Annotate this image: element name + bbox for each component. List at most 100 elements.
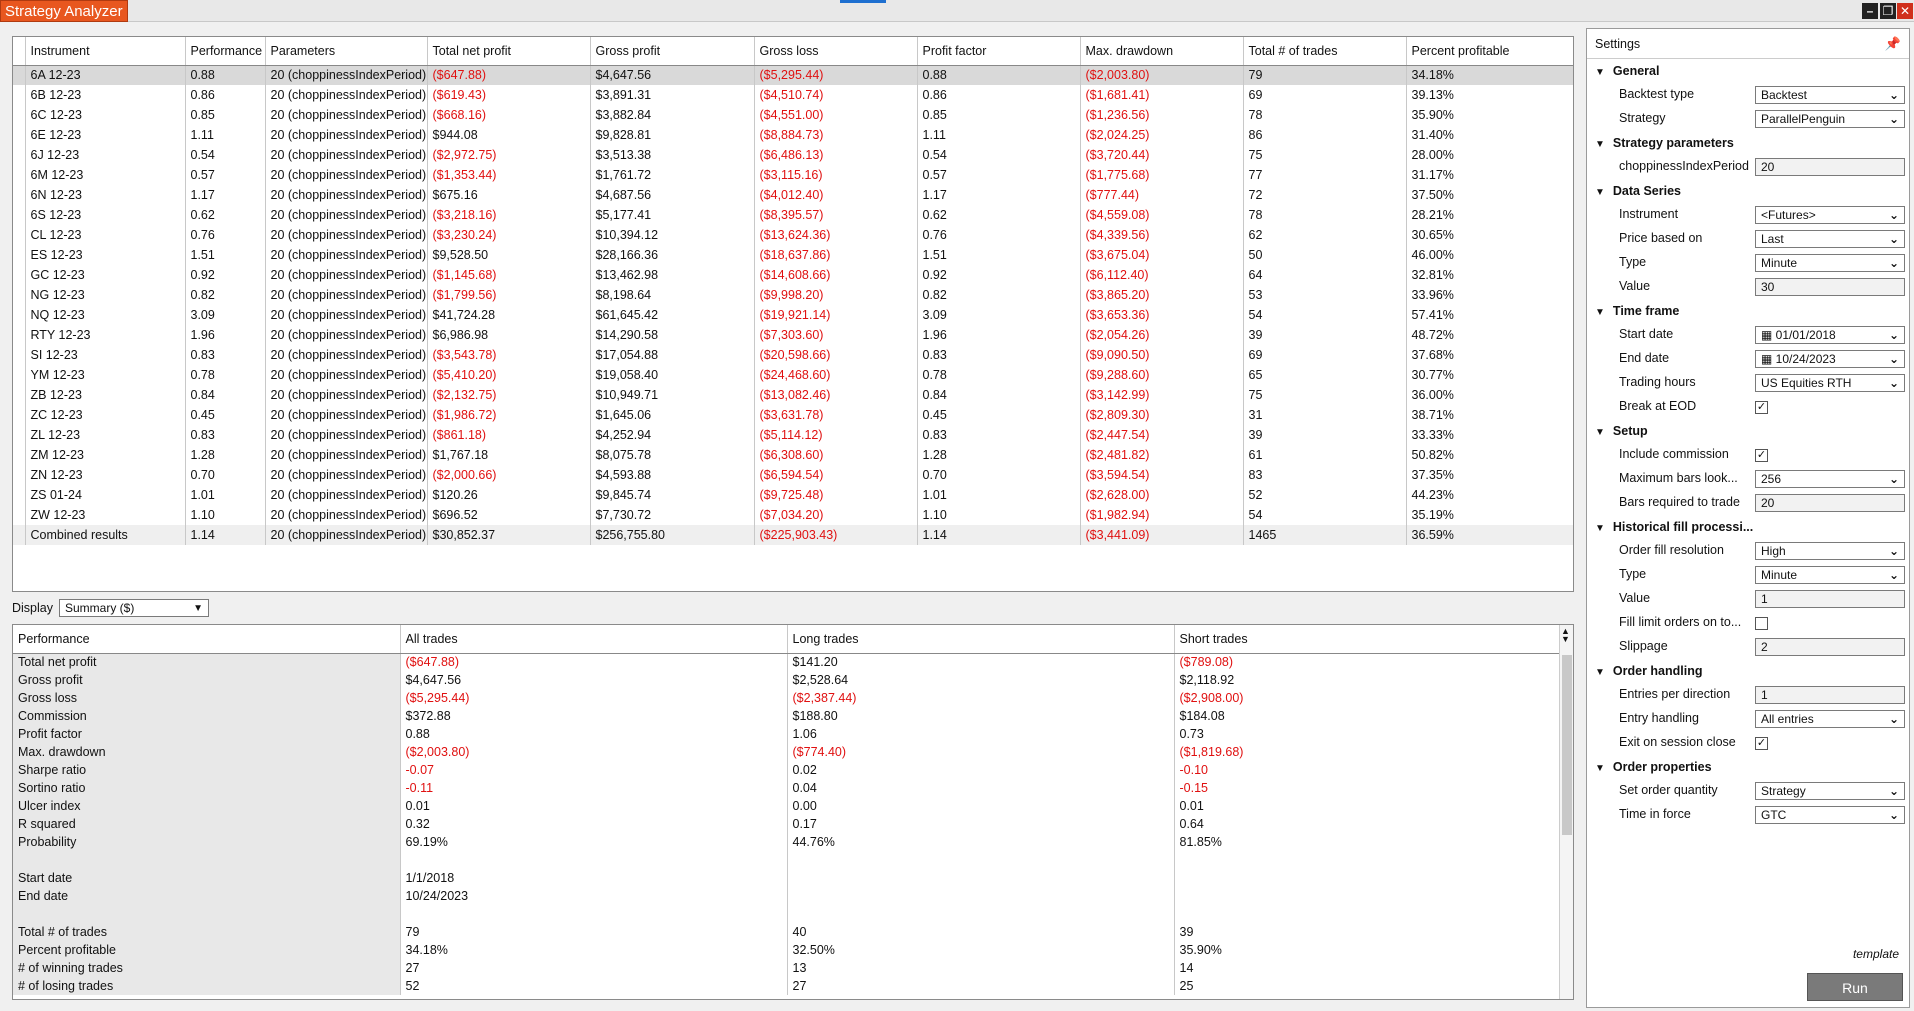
checkbox[interactable] [1755,617,1768,630]
setting-dropdown[interactable]: Minute ⌄ [1755,566,1905,584]
setting-dropdown[interactable]: 256 ⌄ [1755,470,1905,488]
chevron-down-icon[interactable]: ⌄ [1889,111,1899,127]
setting-input[interactable]: 20 [1755,158,1905,176]
restore-icon[interactable]: ❐ [1880,3,1896,19]
collapse-chevron-icon[interactable]: ▼ [1595,181,1605,205]
run-button[interactable]: Run [1807,973,1903,1001]
setting-input[interactable]: 20 [1755,494,1905,512]
table-row[interactable]: 6M 12-23 0.57 20 (choppinessIndexPeriod) ($… [13,165,1573,185]
column-header-max-drawdown[interactable]: Max. drawdown [1080,37,1244,66]
table-row[interactable]: 6B 12-23 0.86 20 (choppinessIndexPeriod) ($… [13,85,1573,105]
table-row[interactable]: ES 12-23 1.51 20 (choppinessIndexPeriod) $9… [13,245,1573,265]
setting-dropdown[interactable]: US Equities RTH ⌄ [1755,374,1905,392]
checkbox[interactable]: ✓ [1755,449,1768,462]
setting-input[interactable]: 2 [1755,638,1905,656]
table-row[interactable]: ZC 12-23 0.45 20 (choppinessIndexPeriod) ($… [13,405,1573,425]
column-header-gross-profit[interactable]: Gross profit [590,37,755,66]
checkbox[interactable]: ✓ [1755,737,1768,750]
table-row[interactable]: SI 12-23 0.83 20 (choppinessIndexPeriod) ($… [13,345,1573,365]
settings-group-time-frame[interactable]: ▼ Time frame [1587,299,1909,323]
table-row[interactable]: ZW 12-23 1.10 20 (choppinessIndexPeriod) $6… [13,505,1573,525]
chevron-down-icon[interactable]: ⌄ [1889,711,1899,727]
chevron-down-icon[interactable]: ⌄ [1889,783,1899,799]
setting-input[interactable]: 1 [1755,590,1905,608]
calendar-icon[interactable]: ▦ [1761,328,1776,342]
chevron-down-icon[interactable]: ⌄ [1889,327,1899,343]
date-picker[interactable]: ▦ 10/24/2023 ⌄ [1755,350,1905,368]
table-row[interactable]: ZB 12-23 0.84 20 (choppinessIndexPeriod) ($… [13,385,1573,405]
table-row[interactable]: NG 12-23 0.82 20 (choppinessIndexPeriod) ($… [13,285,1573,305]
chevron-down-icon[interactable]: ⌄ [1889,87,1899,103]
chevron-down-icon[interactable]: ⌄ [1889,375,1899,391]
column-header-percent-profitable[interactable]: Percent profitable [1406,37,1573,66]
collapse-chevron-icon[interactable]: ▼ [1595,421,1605,445]
column-header-profit-factor[interactable]: Profit factor [917,37,1081,66]
table-row[interactable]: 6C 12-23 0.85 20 (choppinessIndexPeriod) ($… [13,105,1573,125]
setting-dropdown[interactable]: Strategy ⌄ [1755,782,1905,800]
table-row[interactable]: CL 12-23 0.76 20 (choppinessIndexPeriod) ($… [13,225,1573,245]
minimize-icon[interactable]: – [1862,3,1878,19]
scroll-up-icon[interactable]: ▲ ▼ [1561,627,1570,644]
table-row[interactable]: 6J 12-23 0.54 20 (choppinessIndexPeriod) ($… [13,145,1573,165]
close-icon[interactable]: ✕ [1897,3,1913,19]
setting-input[interactable]: 30 [1755,278,1905,296]
settings-group-order-handling[interactable]: ▼ Order handling [1587,659,1909,683]
chevron-down-icon[interactable]: ⌄ [1889,543,1899,559]
pin-icon[interactable]: 📌 [1885,29,1901,59]
column-header-performance[interactable]: Performance [185,37,266,66]
column-header-total-of-trades[interactable]: Total # of trades [1243,37,1407,66]
column-header-gross-loss[interactable]: Gross loss [754,37,918,66]
table-row[interactable]: ZM 12-23 1.28 20 (choppinessIndexPeriod) $1… [13,445,1573,465]
setting-dropdown[interactable]: <Futures> ⌄ [1755,206,1905,224]
column-header-instrument[interactable]: Instrument [25,37,186,66]
calendar-icon[interactable]: ▦ [1761,352,1776,366]
settings-group-data-series[interactable]: ▼ Data Series [1587,179,1909,203]
chevron-down-icon[interactable]: ⌄ [1889,567,1899,583]
setting-dropdown[interactable]: High ⌄ [1755,542,1905,560]
chevron-down-icon[interactable]: ⌄ [1889,471,1899,487]
table-row[interactable]: 6A 12-23 0.88 20 (choppinessIndexPeriod) ($… [13,65,1573,85]
setting-dropdown[interactable]: GTC ⌄ [1755,806,1905,824]
table-row[interactable]: 6S 12-23 0.62 20 (choppinessIndexPeriod) ($… [13,205,1573,225]
chevron-down-icon[interactable]: ⌄ [1889,807,1899,823]
settings-group-setup[interactable]: ▼ Setup [1587,419,1909,443]
settings-group-historical-fill-processi[interactable]: ▼ Historical fill processi... [1587,515,1909,539]
display-dropdown[interactable]: Summary ($) ▼ [59,599,209,617]
collapse-chevron-icon[interactable]: ▼ [1595,133,1605,157]
summary-scrollbar[interactable]: ▲ ▼ [1559,625,1573,999]
table-row[interactable]: 6E 12-23 1.11 20 (choppinessIndexPeriod) $9… [13,125,1573,145]
setting-dropdown[interactable]: All entries ⌄ [1755,710,1905,728]
collapse-chevron-icon[interactable]: ▼ [1595,757,1605,781]
column-header-total-net-profit[interactable]: Total net profit [427,37,591,66]
collapse-chevron-icon[interactable]: ▼ [1595,61,1605,85]
column-header-parameters[interactable]: Parameters [265,37,428,66]
collapse-chevron-icon[interactable]: ▼ [1595,301,1605,325]
table-row[interactable]: 6N 12-23 1.17 20 (choppinessIndexPeriod) $6… [13,185,1573,205]
setting-dropdown[interactable]: Last ⌄ [1755,230,1905,248]
template-link[interactable]: template [1853,947,1899,961]
table-row[interactable]: NQ 12-23 3.09 20 (choppinessIndexPeriod) $4… [13,305,1573,325]
setting-input[interactable]: 1 [1755,686,1905,704]
date-picker[interactable]: ▦ 01/01/2018 ⌄ [1755,326,1905,344]
setting-dropdown[interactable]: Minute ⌄ [1755,254,1905,272]
collapse-chevron-icon[interactable]: ▼ [1595,517,1605,541]
table-row[interactable]: GC 12-23 0.92 20 (choppinessIndexPeriod) ($… [13,265,1573,285]
combined-results-row[interactable]: Combined results 1.14 20 (choppinessIndexP… [13,525,1573,545]
setting-dropdown[interactable]: Backtest ⌄ [1755,86,1905,104]
settings-group-strategy-parameters[interactable]: ▼ Strategy parameters [1587,131,1909,155]
settings-group-general[interactable]: ▼ General [1587,59,1909,83]
chevron-down-icon[interactable]: ⌄ [1889,351,1899,367]
chevron-down-icon[interactable]: ⌄ [1889,255,1899,271]
chevron-down-icon[interactable]: ⌄ [1889,231,1899,247]
collapse-chevron-icon[interactable]: ▼ [1595,661,1605,685]
scroll-thumb[interactable] [1562,655,1572,835]
table-row[interactable]: ZS 01-24 1.01 20 (choppinessIndexPeriod) $1… [13,485,1573,505]
table-row[interactable]: YM 12-23 0.78 20 (choppinessIndexPeriod) ($… [13,365,1573,385]
table-row[interactable]: ZN 12-23 0.70 20 (choppinessIndexPeriod) ($… [13,465,1573,485]
chevron-down-icon[interactable]: ⌄ [1889,207,1899,223]
setting-dropdown[interactable]: ParallelPenguin ⌄ [1755,110,1905,128]
table-row[interactable]: ZL 12-23 0.83 20 (choppinessIndexPeriod) ($… [13,425,1573,445]
checkbox[interactable]: ✓ [1755,401,1768,414]
settings-group-order-properties[interactable]: ▼ Order properties [1587,755,1909,779]
table-row[interactable]: RTY 12-23 1.96 20 (choppinessIndexPeriod) $… [13,325,1573,345]
